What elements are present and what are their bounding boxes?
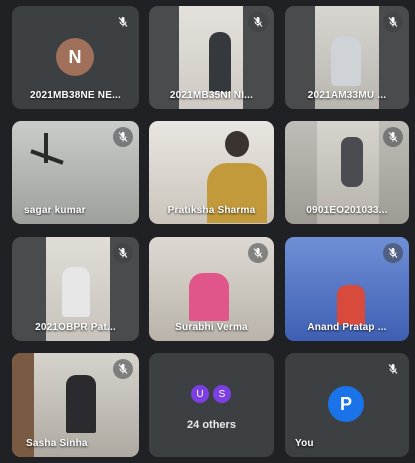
participant-tile[interactable]: Surabhi Verma [149, 237, 274, 341]
participant-tile[interactable]: Sasha Sinha [12, 353, 139, 457]
participant-name: You [295, 438, 314, 449]
participant-avatar: U [191, 385, 209, 403]
self-tile[interactable]: P You [285, 353, 409, 457]
others-count: 24 others [187, 419, 236, 431]
video-feed [225, 131, 249, 157]
video-feed [337, 285, 365, 325]
mic-off-icon [383, 243, 403, 263]
participant-tile[interactable]: N 2021MB38NE NE... [12, 6, 139, 109]
ceiling-fan [44, 133, 48, 163]
mic-off-icon [113, 243, 133, 263]
mic-off-icon [248, 243, 268, 263]
participant-tile[interactable]: sagar kumar [12, 121, 139, 224]
mic-off-icon [383, 359, 403, 379]
participant-name: 0901EO201033... [306, 205, 388, 216]
mic-off-icon [113, 359, 133, 379]
participant-name: 2021MB38NE NE... [29, 90, 122, 101]
participant-name: 2021MB35NI NI... [169, 90, 254, 101]
participant-avatar: S [213, 385, 231, 403]
participant-name: Anand Pratap ... [307, 322, 387, 333]
video-feed [341, 137, 363, 187]
mic-off-icon [248, 12, 268, 32]
participant-tile[interactable]: 2021MB35NI NI... [149, 6, 274, 109]
mic-off-icon [113, 12, 133, 32]
participant-tile[interactable]: Anand Pratap ... [285, 237, 409, 341]
participant-tile[interactable]: Pratiksha Sharma [149, 121, 274, 224]
participant-avatar: N [56, 38, 94, 76]
video-feed [189, 273, 229, 321]
participant-name: sagar kumar [24, 205, 86, 216]
video-feed [62, 267, 90, 317]
participant-avatar: P [328, 386, 364, 422]
video-feed [209, 32, 231, 92]
participant-name: Surabhi Verma [175, 322, 248, 333]
participant-tile[interactable]: 2021AM33MU ... [285, 6, 409, 109]
participant-grid: N 2021MB38NE NE... 2021MB35NI NI... 2021… [0, 0, 415, 463]
mic-off-icon [383, 12, 403, 32]
participant-tile[interactable]: 2021OBPR Pat... [12, 237, 139, 341]
mic-off-icon [113, 127, 133, 147]
participant-tile[interactable]: 0901EO201033... [285, 121, 409, 224]
participant-name: Pratiksha Sharma [167, 205, 256, 216]
video-feed [66, 375, 96, 433]
participant-name: Sasha Sinha [26, 438, 88, 449]
video-feed [331, 36, 361, 86]
participant-name: 2021AM33MU ... [307, 90, 387, 101]
others-tile[interactable]: U S 24 others [149, 353, 274, 457]
mic-off-icon [383, 127, 403, 147]
participant-name: 2021OBPR Pat... [35, 322, 116, 333]
